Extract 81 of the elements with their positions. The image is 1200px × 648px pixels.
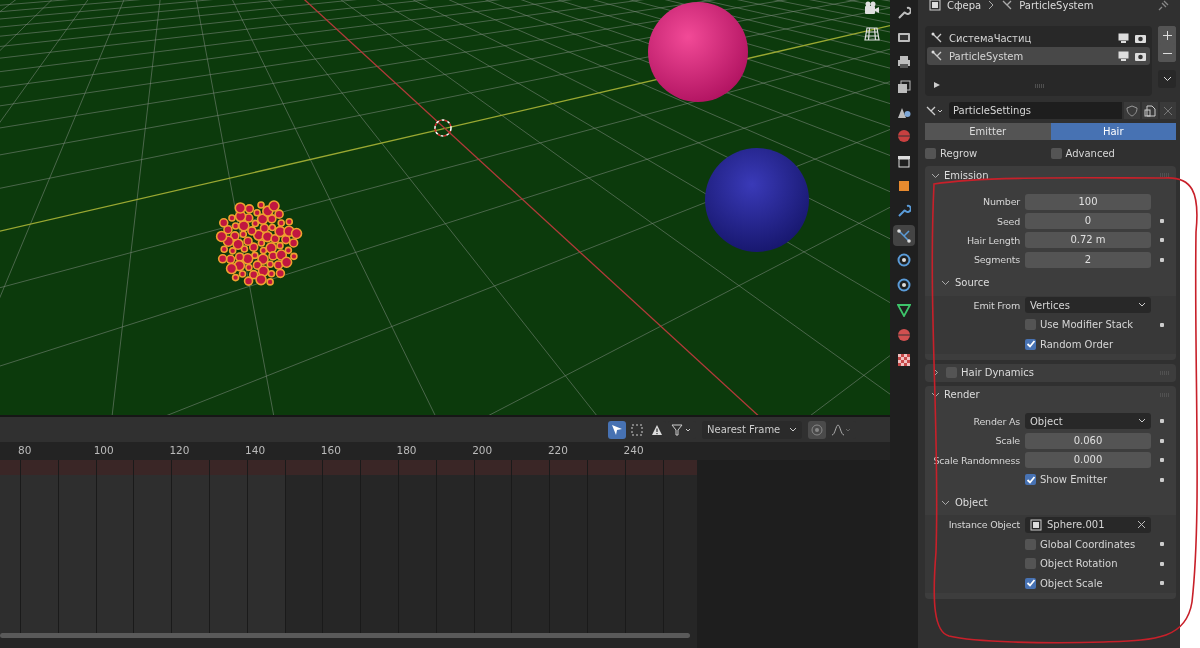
object-icon: [929, 0, 941, 11]
checkbox-label: Object Rotation: [1040, 558, 1118, 570]
breadcrumb-item: Сфера: [947, 0, 982, 11]
list-item[interactable]: ParticleSystem: [927, 47, 1150, 65]
monitor-icon[interactable]: [1118, 51, 1129, 61]
frame-number: 100: [93, 444, 114, 456]
panel-header[interactable]: Render: [925, 385, 1176, 404]
particles-icon: [931, 50, 943, 62]
checkbox-label: Object Scale: [1040, 577, 1103, 589]
checkbox[interactable]: [925, 147, 936, 159]
frame-number: 120: [169, 444, 190, 456]
particles-icon: [931, 32, 943, 44]
list-item[interactable]: СистемаЧастиц: [927, 29, 1150, 47]
number-field[interactable]: 100: [1025, 193, 1151, 210]
checkbox[interactable]: [1025, 474, 1036, 486]
breadcrumb-item: ParticleSystem: [1019, 0, 1094, 11]
close-icon[interactable]: [1160, 102, 1176, 119]
caret-icon: [1138, 302, 1146, 309]
frame-number: 140: [245, 444, 266, 456]
checkbox[interactable]: [1025, 558, 1036, 570]
object-icon: [1030, 519, 1042, 531]
checkbox[interactable]: [1025, 338, 1036, 350]
checkbox[interactable]: [1050, 147, 1062, 159]
chevron-icon: [987, 0, 996, 10]
field-label: Render As: [972, 415, 1021, 427]
field-label: Segments: [972, 254, 1021, 266]
checkbox-label: Use Modifier Stack: [1040, 319, 1134, 331]
field-label: Number: [982, 196, 1021, 208]
subpanel-header[interactable]: Object: [925, 496, 988, 508]
chevron-icon: [941, 278, 950, 288]
number-field[interactable]: 2: [1025, 251, 1151, 268]
snapping-dropdown[interactable]: Nearest Frame: [702, 420, 802, 439]
monitor-icon[interactable]: [1118, 33, 1129, 43]
checkbox-label: Global Coordinates: [1040, 538, 1136, 550]
subpanel-header[interactable]: Source: [925, 277, 990, 289]
number-field[interactable]: 0.000: [1025, 452, 1151, 469]
field-label: Scale: [994, 435, 1021, 447]
frame-number: 80: [18, 444, 32, 456]
settings-name-field[interactable]: ParticleSettings: [949, 102, 1122, 119]
checkbox-label: Show Emitter: [1040, 474, 1108, 486]
grip-icon[interactable]: [1035, 84, 1045, 88]
dropdown-icon[interactable]: [1158, 70, 1176, 88]
checkbox[interactable]: [1025, 577, 1036, 589]
panel-header[interactable]: Hair Dynamics: [925, 363, 1176, 382]
field-label: Hair Length: [965, 234, 1021, 246]
frame-number: 180: [396, 444, 417, 456]
field-label: Emit From: [972, 299, 1021, 311]
number-field[interactable]: 0: [1025, 213, 1151, 230]
caret-icon: [789, 426, 797, 433]
frame-number: 240: [623, 444, 644, 456]
checkbox-label: Advanced: [1065, 147, 1115, 159]
frame-number: 220: [547, 444, 568, 456]
type-tab[interactable]: Hair: [1050, 123, 1176, 140]
checkbox-label: Regrow: [940, 147, 978, 159]
dropdown[interactable]: Object: [1025, 413, 1151, 430]
frame-number: 200: [472, 444, 493, 456]
clear-icon[interactable]: [1137, 520, 1146, 530]
proportional-icon[interactable]: [808, 420, 826, 439]
number-field[interactable]: 0.72 m: [1025, 232, 1151, 249]
dropdown[interactable]: Vertices: [1025, 297, 1151, 314]
select-icon[interactable]: [608, 420, 626, 439]
shield-icon[interactable]: [1124, 102, 1140, 119]
number-field[interactable]: 0.060: [1025, 432, 1151, 449]
field-label: Seed: [996, 215, 1021, 227]
grid-icon[interactable]: [864, 26, 880, 42]
checkbox-label: Random Order: [1040, 338, 1113, 350]
checkbox[interactable]: [1025, 538, 1036, 550]
checkbox[interactable]: [1025, 319, 1036, 331]
nodes-icon[interactable]: [893, 225, 915, 247]
scrollbar[interactable]: [0, 633, 690, 638]
particles-icon: [1001, 0, 1014, 11]
frame-number: 160: [320, 444, 341, 456]
panel-header[interactable]: Emission: [925, 166, 1176, 184]
grip-icon[interactable]: [1160, 173, 1170, 177]
copy-icon[interactable]: [1142, 102, 1158, 119]
object-field[interactable]: Sphere.001: [1025, 517, 1151, 533]
caret-icon: [1138, 418, 1146, 425]
particles-icon[interactable]: [925, 104, 945, 117]
type-tab[interactable]: Emitter: [925, 123, 1051, 140]
field-label: Instance Object: [947, 519, 1021, 531]
expand-icon[interactable]: [933, 81, 941, 89]
